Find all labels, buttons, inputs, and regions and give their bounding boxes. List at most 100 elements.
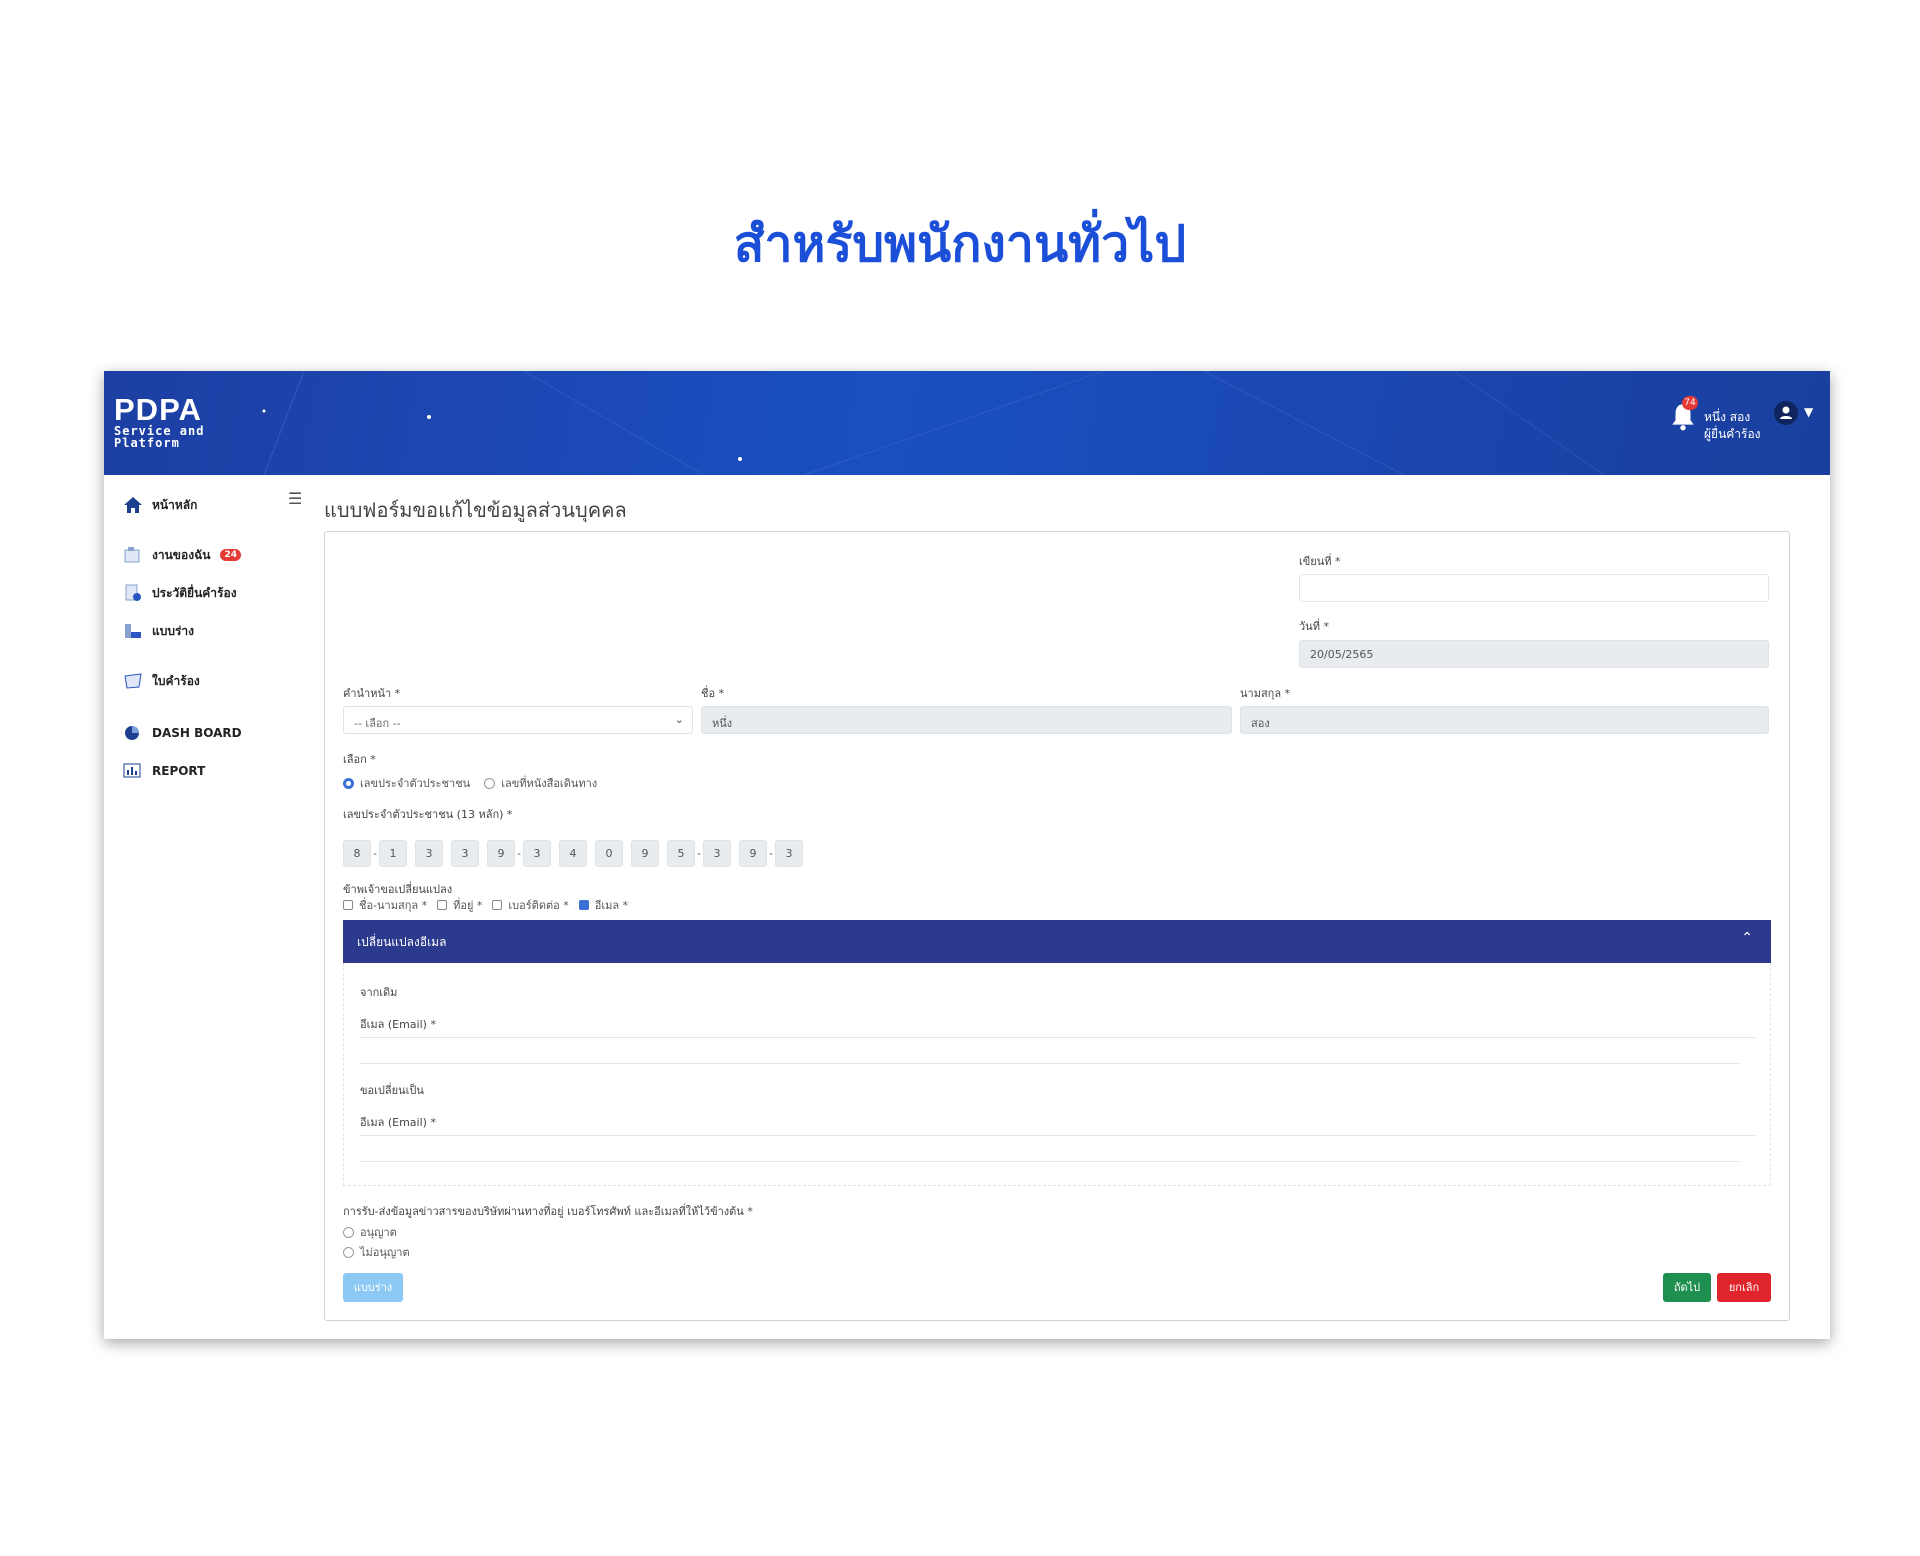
form-card: เขียนที่ * วันที่ * 20/05/2565 คำนำหน้า … bbox=[324, 531, 1790, 1321]
lastname-label: นามสกุล * bbox=[1240, 687, 1291, 700]
user-info[interactable]: หนึ่ง สอง ผู้ยื่นคำร้อง bbox=[1704, 409, 1761, 443]
page-heading: สำหรับพนักงานทั่วไป bbox=[733, 216, 1187, 272]
header-background-pattern bbox=[262, 371, 1605, 475]
id-card-radio-label: เลขประจำตัวประชาชน bbox=[360, 777, 471, 790]
sidebar-item-requests[interactable]: ใบคำร้อง bbox=[122, 671, 200, 691]
sidebar-item-label: DASH BOARD bbox=[152, 726, 242, 740]
sidebar-item-label: งานของฉัน bbox=[152, 547, 211, 562]
change-phone-checkbox[interactable] bbox=[492, 900, 503, 910]
sidebar-item-label: REPORT bbox=[152, 764, 206, 778]
task-icon bbox=[122, 545, 144, 565]
choose-label: เลือก * bbox=[343, 753, 376, 766]
top-header: PDPA Service and Platform 74 หนึ่ง สอง ผ… bbox=[104, 371, 1830, 475]
firstname-input[interactable]: หนึ่ง bbox=[701, 706, 1232, 734]
home-icon bbox=[122, 495, 144, 515]
sidebar-item-label: ใบคำร้อง bbox=[152, 673, 200, 688]
from-label: จากเดิม bbox=[360, 986, 398, 999]
consent-allow-label: อนุญาต bbox=[360, 1226, 397, 1239]
sidebar-item-report[interactable]: REPORT bbox=[122, 761, 205, 781]
date-input[interactable]: 20/05/2565 bbox=[1299, 640, 1769, 668]
change-email-checkbox[interactable] bbox=[578, 900, 589, 910]
consent-label: การรับ-ส่งข้อมูลข่าวสารของบริษัทผ่านทางท… bbox=[343, 1205, 753, 1218]
menu-toggle-icon[interactable]: ☰ bbox=[288, 489, 302, 508]
id-card-radio[interactable] bbox=[343, 777, 354, 789]
history-icon bbox=[122, 583, 144, 603]
lastname-input[interactable]: สอง bbox=[1240, 706, 1769, 734]
prefix-selected-value: -- เลือก -- bbox=[354, 717, 401, 730]
change-name-checkbox[interactable] bbox=[343, 900, 353, 910]
sidebar-item-my-tasks[interactable]: งานของฉัน 24 bbox=[122, 545, 241, 565]
change-phone-label: เบอร์ติดต่อ * bbox=[508, 899, 569, 912]
id-digit-input[interactable]: 3 bbox=[451, 840, 479, 867]
firstname-label: ชื่อ * bbox=[701, 687, 725, 700]
change-name-label: ชื่อ-นามสกุล * bbox=[359, 899, 428, 912]
id-type-options: เลขประจำตัวประชาชน เลขที่หนังสือเดินทาง bbox=[343, 774, 597, 792]
page-title: แบบฟอร์มขอแก้ไขข้อมูลส่วนบุคคล bbox=[324, 498, 627, 522]
email-change-panel-body: จากเดิม อีเมล (Email) * ขอเปลี่ยนเป็น อี… bbox=[343, 963, 1771, 1186]
chevron-down-icon[interactable]: ▼ bbox=[1804, 405, 1813, 419]
consent-deny-radio[interactable] bbox=[343, 1246, 354, 1258]
written-at-label: เขียนที่ * bbox=[1299, 555, 1341, 568]
old-email-input[interactable] bbox=[360, 1037, 1756, 1038]
next-button[interactable]: ถัดไป bbox=[1663, 1273, 1711, 1302]
draft-icon bbox=[122, 621, 144, 641]
sidebar-item-history[interactable]: ประวัติยื่นคำร้อง bbox=[122, 583, 237, 603]
id-digit-input[interactable]: 3 bbox=[415, 840, 443, 867]
change-type-options: ชื่อ-นามสกุล * ที่อยู่ * เบอร์ติดต่อ * อ… bbox=[343, 896, 628, 914]
date-label: วันที่ * bbox=[1299, 620, 1329, 633]
new-email-underline bbox=[360, 1161, 1740, 1162]
id-number-digits: 8 - 1 3 3 9 - 3 4 0 9 5 - 3 9 - 3 bbox=[343, 840, 803, 867]
id-digit-input[interactable]: 0 bbox=[595, 840, 623, 867]
logo-subtitle-2: Platform bbox=[114, 436, 180, 450]
old-email-label: อีเมล (Email) * bbox=[360, 1018, 436, 1031]
id-digit-input[interactable]: 9 bbox=[487, 840, 515, 867]
change-address-label: ที่อยู่ * bbox=[453, 899, 483, 912]
id-digit-input[interactable]: 8 bbox=[343, 840, 371, 867]
written-at-input[interactable] bbox=[1299, 574, 1769, 602]
dashboard-icon bbox=[122, 723, 144, 743]
change-email-label: อีเมล * bbox=[594, 899, 629, 912]
email-change-panel-header[interactable]: เปลี่ยนแปลงอีเมล ⌃ bbox=[343, 920, 1771, 963]
sidebar-item-label: หน้าหลัก bbox=[152, 497, 198, 512]
task-count-badge: 24 bbox=[220, 549, 241, 561]
prefix-label: คำนำหน้า * bbox=[343, 687, 401, 700]
passport-radio-label: เลขที่หนังสือเดินทาง bbox=[501, 777, 598, 790]
id-digit-input[interactable]: 9 bbox=[631, 840, 659, 867]
sidebar-item-dashboard[interactable]: DASH BOARD bbox=[122, 723, 242, 743]
consent-deny-label: ไม่อนุญาต bbox=[360, 1246, 410, 1259]
id-digit-input[interactable]: 9 bbox=[739, 840, 767, 867]
prefix-select[interactable]: -- เลือก -- ⌄ bbox=[343, 706, 693, 734]
change-address-checkbox[interactable] bbox=[437, 900, 448, 910]
sidebar-item-home[interactable]: หน้าหลัก bbox=[122, 495, 197, 515]
old-email-underline bbox=[360, 1063, 1740, 1064]
pdpa-logo[interactable]: PDPA Service and Platform bbox=[114, 392, 204, 450]
save-draft-button[interactable]: แบบร่าง bbox=[343, 1273, 403, 1302]
user-role: ผู้ยื่นคำร้อง bbox=[1704, 427, 1761, 441]
passport-radio[interactable] bbox=[484, 777, 496, 789]
request-icon bbox=[122, 671, 144, 691]
id-digit-input[interactable]: 3 bbox=[523, 840, 551, 867]
app-window: PDPA Service and Platform 74 หนึ่ง สอง ผ… bbox=[104, 371, 1830, 1339]
id-digit-input[interactable]: 5 bbox=[667, 840, 695, 867]
new-email-label: อีเมล (Email) * bbox=[360, 1116, 436, 1129]
report-icon bbox=[122, 761, 144, 781]
panel-title: เปลี่ยนแปลงอีเมล bbox=[357, 935, 447, 949]
cancel-button[interactable]: ยกเลิก bbox=[1717, 1273, 1771, 1302]
chevron-down-icon: ⌄ bbox=[674, 713, 684, 726]
consent-allow-radio[interactable] bbox=[343, 1226, 354, 1238]
id-digit-input[interactable]: 3 bbox=[775, 840, 803, 867]
user-avatar-icon[interactable] bbox=[1774, 401, 1798, 425]
logo-title: PDPA bbox=[114, 392, 202, 427]
notification-badge: 74 bbox=[1682, 396, 1698, 410]
id-digit-input[interactable]: 3 bbox=[703, 840, 731, 867]
consent-allow-option[interactable]: อนุญาต bbox=[343, 1223, 397, 1241]
id-digit-input[interactable]: 1 bbox=[379, 840, 407, 867]
id-digit-input[interactable]: 4 bbox=[559, 840, 587, 867]
user-name: หนึ่ง สอง bbox=[1704, 410, 1751, 424]
consent-deny-option[interactable]: ไม่อนุญาต bbox=[343, 1243, 410, 1261]
chevron-up-icon[interactable]: ⌃ bbox=[1741, 930, 1753, 946]
sidebar-item-label: ประวัติยื่นคำร้อง bbox=[152, 585, 237, 600]
sidebar-item-drafts[interactable]: แบบร่าง bbox=[122, 621, 194, 641]
new-email-input[interactable] bbox=[360, 1135, 1756, 1136]
to-label: ขอเปลี่ยนเป็น bbox=[360, 1084, 424, 1097]
